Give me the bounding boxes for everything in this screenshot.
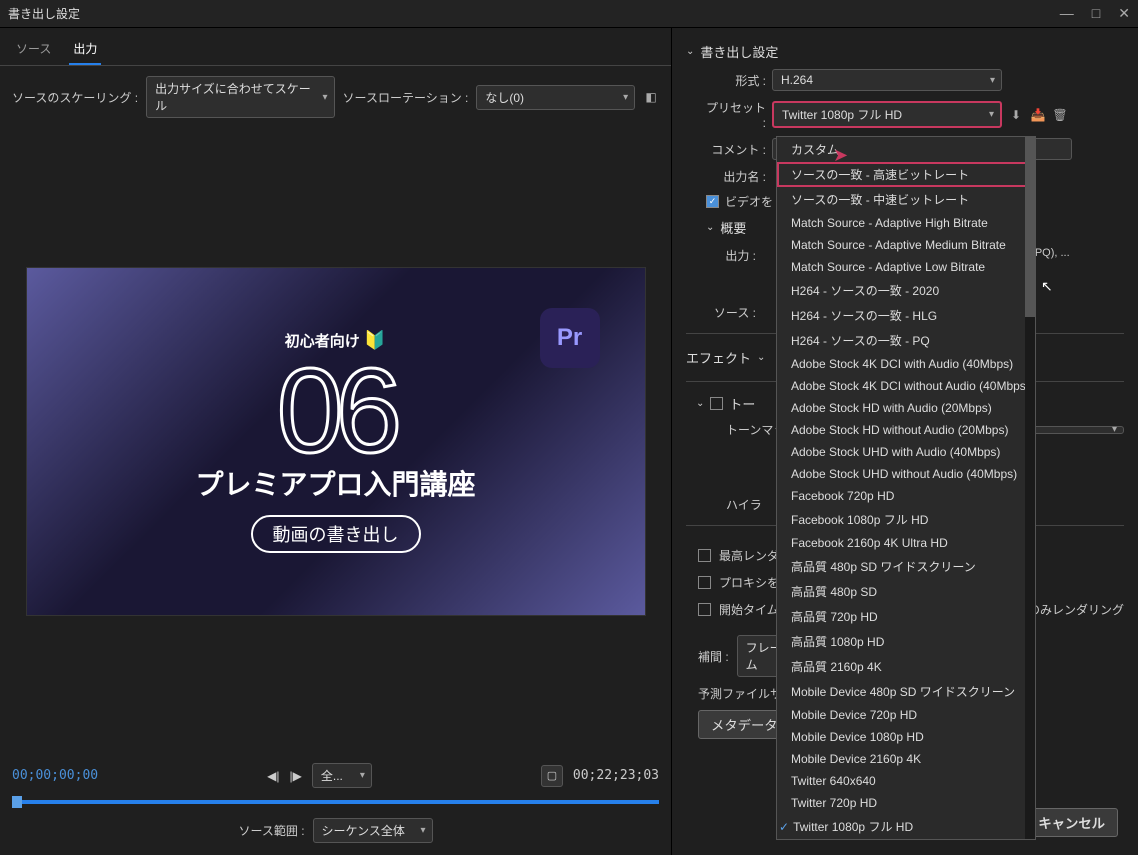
- preview-image: Pr 初心者向け🔰 06 プレミアプロ入門講座 動画の書き出し: [26, 267, 646, 616]
- start-tc-checkbox[interactable]: [698, 603, 711, 616]
- cancel-button[interactable]: キャンセル: [1025, 808, 1118, 837]
- scaling-select[interactable]: 出力サイズに合わせてスケール: [146, 76, 334, 118]
- tone-match-select[interactable]: [1024, 426, 1124, 434]
- preset-option[interactable]: Adobe Stock HD without Audio (20Mbps): [777, 419, 1035, 441]
- video-checkbox[interactable]: ✓: [706, 195, 719, 208]
- range-label: ソース範囲 :: [238, 822, 304, 839]
- preset-option[interactable]: H264 - ソースの一致 - PQ: [777, 328, 1035, 353]
- window-title: 書き出し設定: [8, 5, 1060, 22]
- preset-option[interactable]: Match Source - Adaptive High Bitrate: [777, 212, 1035, 234]
- delete-preset-icon[interactable]: 🗑: [1052, 107, 1068, 123]
- preset-option[interactable]: Mobile Device 480p SD ワイドスクリーン: [777, 679, 1035, 704]
- preset-dropdown-list[interactable]: カスタムソースの一致 - 高速ビットレートソースの一致 - 中速ビットレートMa…: [776, 136, 1036, 840]
- range-select[interactable]: シーケンス全体: [313, 818, 433, 843]
- dropdown-scrollbar[interactable]: [1025, 137, 1035, 839]
- chevron-down-icon: ⌄: [696, 398, 704, 409]
- tab-output[interactable]: 出力: [69, 36, 101, 65]
- minimize-button[interactable]: —: [1060, 5, 1074, 22]
- timeline-thumb[interactable]: [12, 796, 22, 808]
- preset-option[interactable]: Adobe Stock 4K DCI without Audio (40Mbps…: [777, 375, 1035, 397]
- preview-area: Pr 初心者向け🔰 06 プレミアプロ入門講座 動画の書き出し: [0, 128, 671, 755]
- format-select[interactable]: H.264: [772, 69, 1002, 91]
- source-summary-label: ソース :: [706, 302, 756, 321]
- left-panel: ソース 出力 ソースのスケーリング : 出力サイズに合わせてスケール ソースロー…: [0, 28, 672, 855]
- save-preset-icon[interactable]: ⬇: [1008, 107, 1024, 123]
- timeline-slider[interactable]: [12, 800, 659, 804]
- preset-option[interactable]: 高品質 2160p 4K: [777, 654, 1035, 679]
- range-row: ソース範囲 : シーケンス全体: [0, 812, 671, 855]
- step-back-icon[interactable]: ◀|: [267, 769, 279, 783]
- timecode-end: 00;22;23;03: [573, 768, 659, 783]
- course-title: プレミアプロ入門講座: [195, 463, 475, 503]
- preset-option[interactable]: Mobile Device 720p HD: [777, 704, 1035, 726]
- preset-option[interactable]: Twitter 1080p フル HD: [777, 814, 1035, 839]
- scaling-label: ソースのスケーリング :: [12, 89, 138, 106]
- preset-option[interactable]: Twitter 640x640: [777, 770, 1035, 792]
- preset-option[interactable]: Match Source - Adaptive Low Bitrate: [777, 256, 1035, 278]
- rotation-label: ソースローテーション :: [343, 89, 469, 106]
- highlight-label: ハイラ: [726, 496, 762, 513]
- preset-option[interactable]: H264 - ソースの一致 - 2020: [777, 278, 1035, 303]
- preset-option[interactable]: カスタム: [777, 137, 1035, 162]
- titlebar: 書き出し設定 — □ ✕: [0, 0, 1138, 28]
- tone-checkbox[interactable]: [710, 397, 723, 410]
- only-render-label: のみレンダリング: [1028, 601, 1124, 618]
- export-settings-header[interactable]: ⌄ 書き出し設定: [686, 38, 1124, 65]
- preview-tabs: ソース 出力: [0, 28, 671, 66]
- preset-option[interactable]: Adobe Stock 4K DCI with Audio (40Mbps): [777, 353, 1035, 375]
- fit-select[interactable]: 全...: [312, 763, 372, 788]
- comment-label: コメント :: [706, 141, 766, 158]
- preset-option[interactable]: Facebook 1080p フル HD: [777, 507, 1035, 532]
- interpolation-label: 補間 :: [698, 648, 729, 665]
- preset-option[interactable]: Adobe Stock UHD with Audio (40Mbps): [777, 441, 1035, 463]
- format-label: 形式 :: [706, 72, 766, 89]
- preset-option[interactable]: Facebook 2160p 4K Ultra HD: [777, 532, 1035, 554]
- preset-option[interactable]: ソースの一致 - 中速ビットレート: [777, 187, 1035, 212]
- chevron-down-icon: ⌄: [757, 352, 765, 363]
- preset-label: プリセット :: [706, 99, 766, 130]
- export-title-badge: 動画の書き出し: [251, 515, 421, 553]
- preset-option[interactable]: 高品質 480p SD ワイドスクリーン: [777, 554, 1035, 579]
- max-render-checkbox[interactable]: [698, 549, 711, 562]
- window-controls: — □ ✕: [1060, 5, 1130, 22]
- preset-option[interactable]: 高品質 720p HD: [777, 604, 1035, 629]
- preset-option[interactable]: Twitter 720p HD: [777, 792, 1035, 814]
- step-forward-icon[interactable]: |▶: [290, 769, 302, 783]
- crop-icon[interactable]: ◧: [643, 89, 659, 105]
- timecode-start[interactable]: 00;00;00;00: [12, 768, 98, 783]
- preset-option[interactable]: ソースの一致 - 高速ビットレート: [777, 162, 1035, 187]
- preset-option[interactable]: 高品質 1080p HD: [777, 629, 1035, 654]
- tab-source[interactable]: ソース: [12, 36, 55, 65]
- preset-option[interactable]: Adobe Stock HD with Audio (20Mbps): [777, 397, 1035, 419]
- chevron-down-icon: ⌄: [686, 46, 694, 57]
- rotation-select[interactable]: なし(0): [476, 85, 635, 110]
- maximize-button[interactable]: □: [1092, 5, 1100, 22]
- preset-select[interactable]: Twitter 1080p フル HD: [772, 101, 1002, 128]
- output-summary-label: 出力 :: [706, 245, 756, 264]
- timeline-controls: 00;00;00;00 ◀| |▶ 全... ▢ 00;22;23;03: [0, 755, 671, 796]
- preset-option[interactable]: Adobe Stock UHD without Audio (40Mbps): [777, 463, 1035, 485]
- aspect-icon[interactable]: ▢: [541, 765, 563, 787]
- video-check-label: ビデオを: [725, 193, 773, 210]
- chevron-down-icon: ⌄: [706, 222, 714, 233]
- source-controls-row: ソースのスケーリング : 出力サイズに合わせてスケール ソースローテーション :…: [0, 66, 671, 128]
- max-render-label: 最高レンダ: [719, 547, 779, 564]
- preset-option[interactable]: Facebook 720p HD: [777, 485, 1035, 507]
- proxy-checkbox[interactable]: [698, 576, 711, 589]
- preset-option[interactable]: Mobile Device 2160p 4K: [777, 748, 1035, 770]
- output-name-label: 出力名 :: [706, 168, 766, 185]
- preset-option[interactable]: H264 - ソースの一致 - HLG: [777, 303, 1035, 328]
- lesson-number: 06: [277, 351, 394, 471]
- dropdown-scrollbar-thumb[interactable]: [1025, 137, 1035, 317]
- preset-option[interactable]: Match Source - Adaptive Medium Bitrate: [777, 234, 1035, 256]
- preset-option[interactable]: Mobile Device 1080p HD: [777, 726, 1035, 748]
- preset-option[interactable]: 高品質 480p SD: [777, 579, 1035, 604]
- close-button[interactable]: ✕: [1118, 5, 1130, 22]
- import-preset-icon[interactable]: 📥: [1030, 107, 1046, 123]
